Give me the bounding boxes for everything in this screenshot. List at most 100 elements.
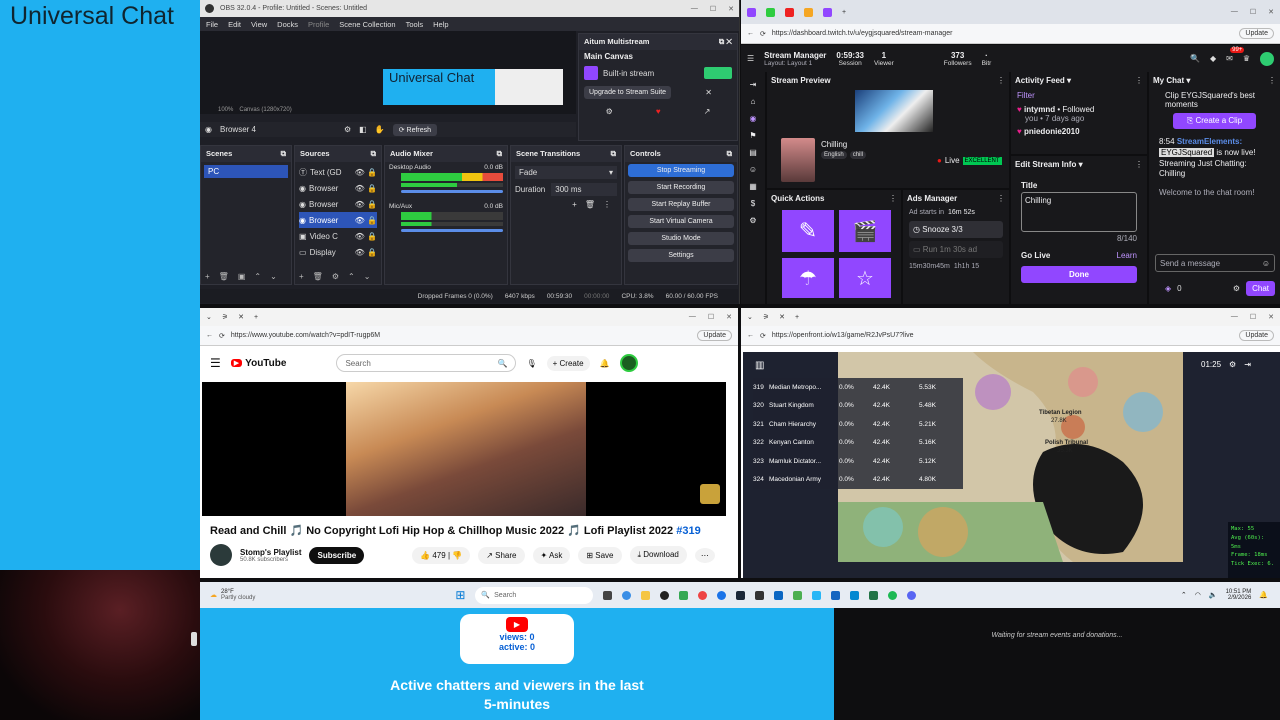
channel-points-icon[interactable]: ◈ xyxy=(1165,284,1171,293)
share-icon[interactable]: ↗ xyxy=(704,107,711,116)
snooze-button[interactable]: ◷ Snooze 3/3 xyxy=(909,221,1003,238)
back-icon[interactable]: ← xyxy=(747,332,754,339)
tag-chill[interactable]: chill xyxy=(849,151,867,159)
clock[interactable]: 10:51 PM 2/9/2026 xyxy=(1226,589,1252,601)
zoom-level[interactable]: 100% xyxy=(218,107,233,113)
avatar[interactable] xyxy=(619,354,638,372)
up-icon[interactable]: ⌃ xyxy=(254,272,261,281)
filter-button[interactable]: Filter xyxy=(1011,89,1147,102)
steam-icon[interactable] xyxy=(736,590,746,600)
avatar[interactable] xyxy=(1260,51,1274,66)
app-icon[interactable] xyxy=(831,590,841,600)
add-icon[interactable]: + xyxy=(572,200,577,209)
leaderboard-row[interactable]: 320 Stuart Kingdom 0.0% 42.4K 5.48K xyxy=(753,396,963,415)
crown-icon[interactable]: ♛ xyxy=(1243,54,1250,63)
more-icon[interactable]: ⋮ xyxy=(1135,76,1143,85)
exit-icon[interactable]: ⇥ xyxy=(1244,360,1251,369)
content-icon[interactable]: ▦ xyxy=(749,182,757,191)
volume-slider[interactable] xyxy=(401,190,503,193)
filters-icon[interactable]: ◧ xyxy=(359,125,367,134)
file-explorer-icon[interactable] xyxy=(641,590,651,600)
spotify-icon[interactable] xyxy=(888,590,898,600)
download-button[interactable]: ⤓ Download xyxy=(629,546,687,564)
stream-manager-icon[interactable]: ◉ xyxy=(750,114,757,123)
youtube-logo[interactable]: ▶ YouTube xyxy=(230,358,286,369)
browser-icon[interactable] xyxy=(717,590,727,600)
obs-preview[interactable]: Universal Chat xyxy=(200,31,576,114)
gear-icon[interactable]: ⚙ xyxy=(606,107,613,116)
create-button[interactable]: + Create xyxy=(546,355,590,371)
update-button[interactable]: Update xyxy=(1239,330,1274,341)
canvas-size[interactable]: Canvas (1280x720) xyxy=(239,107,291,113)
start-recording-button[interactable]: Start Recording xyxy=(628,181,734,194)
source-item-selected[interactable]: ◉ Browser 👁 🔒 xyxy=(299,212,377,228)
menu-icon[interactable]: ☰ xyxy=(210,356,221,370)
app-icon[interactable] xyxy=(679,590,689,600)
leaderboard-row[interactable]: 322 Kenyan Canton 0.0% 42.4K 5.16K xyxy=(753,433,963,452)
search-input[interactable]: Search 🔍 xyxy=(336,354,517,372)
source-item[interactable]: ◉ Browser 👁 🔒 xyxy=(299,180,377,196)
start-icon[interactable]: ⊞ xyxy=(455,588,465,602)
community-icon[interactable]: ☺ xyxy=(749,165,757,174)
menu-scene-collection[interactable]: Scene Collection xyxy=(339,20,395,29)
more-icon[interactable]: ⋮ xyxy=(889,194,897,203)
muted-tab-icon[interactable]: ⚞ xyxy=(222,313,228,321)
duration-input[interactable]: 300 ms xyxy=(551,183,617,196)
game-canvas[interactable]: ▥ 319 Median Metropo... 0.0% 42.4K 5.53K 320… xyxy=(743,352,1280,578)
run-ad-button[interactable]: ▭ Run 1m 30s ad xyxy=(909,241,1003,258)
wifi-icon[interactable]: ◠ xyxy=(1195,591,1201,599)
add-icon[interactable]: + xyxy=(205,272,210,281)
ask-button[interactable]: ✦ Ask xyxy=(532,546,571,564)
done-button[interactable]: Done xyxy=(1021,266,1137,283)
trash-icon[interactable]: 🗑 xyxy=(313,272,323,281)
create-clip-button[interactable]: ⎘ Create a Clip xyxy=(1173,113,1256,129)
back-icon[interactable]: ← xyxy=(747,30,754,37)
search-icon[interactable]: 🔍 xyxy=(1190,54,1200,63)
discord-icon[interactable] xyxy=(907,590,917,600)
subscribe-button[interactable]: Subscribe xyxy=(309,546,365,564)
interact-icon[interactable]: ✋ xyxy=(375,125,385,134)
transition-select[interactable]: Fade ▾ xyxy=(515,166,617,179)
settings-icon[interactable]: ⚙ xyxy=(749,216,756,225)
chat-input[interactable]: Send a message ☺ xyxy=(1155,254,1275,272)
scene-item-pc[interactable]: PC xyxy=(204,165,288,178)
tab-icon[interactable] xyxy=(804,7,813,17)
chat-send-button[interactable]: Chat xyxy=(1246,281,1275,296)
start-virtual-camera-button[interactable]: Start Virtual Camera xyxy=(628,215,734,228)
obs-taskbar-icon[interactable] xyxy=(660,590,670,600)
video-player[interactable] xyxy=(202,382,726,516)
app-icon[interactable] xyxy=(755,590,765,600)
menu-icon[interactable]: ☰ xyxy=(747,54,754,63)
reload-icon[interactable]: ⟳ xyxy=(760,30,766,38)
settings-button[interactable]: Settings xyxy=(628,249,734,262)
settings-icon[interactable]: ⚙ xyxy=(1233,284,1240,293)
minimize-icon[interactable]: — xyxy=(691,5,698,13)
gear-icon[interactable]: ⚙ xyxy=(344,125,351,134)
menu-edit[interactable]: Edit xyxy=(228,20,241,29)
clip-action[interactable]: 🎬 xyxy=(839,210,891,252)
update-button[interactable]: Update xyxy=(697,330,732,341)
leaderboard-row[interactable]: 323 Mamluk Dictator... 0.0% 42.4K 5.12K xyxy=(753,452,963,471)
notifications-icon[interactable]: 🔔 xyxy=(1259,591,1268,599)
flag-icon[interactable]: ⚑ xyxy=(749,131,756,140)
menu-view[interactable]: View xyxy=(251,20,267,29)
stop-streaming-button[interactable]: Stop Streaming xyxy=(628,164,734,177)
app-icon[interactable] xyxy=(622,590,632,600)
share-button[interactable]: ↗ Share xyxy=(478,546,525,564)
trash-icon[interactable]: 🗑 xyxy=(585,200,595,209)
twitch-tab-icon[interactable] xyxy=(747,7,756,17)
learn-link[interactable]: Learn xyxy=(1117,251,1137,260)
new-tab-icon[interactable]: + xyxy=(254,314,258,321)
source-item[interactable]: ◉ Browser 👁 🔒 xyxy=(299,196,377,212)
like-button[interactable]: 👍 479 | 👎 xyxy=(412,546,471,564)
reload-icon[interactable]: ⟳ xyxy=(219,332,225,340)
bits-icon[interactable]: ◆ xyxy=(1210,54,1216,63)
new-tab-icon[interactable]: + xyxy=(795,314,799,321)
source-item[interactable]: ▭ Display 👁 🔒 xyxy=(299,244,377,260)
weather-widget[interactable]: 28°F Partly cloudy xyxy=(221,589,255,601)
back-icon[interactable]: ← xyxy=(206,332,213,339)
app-icon[interactable] xyxy=(812,590,822,600)
collapse-icon[interactable]: ⇥ xyxy=(750,80,757,89)
app-icon[interactable] xyxy=(774,590,784,600)
heart-icon[interactable]: ♥ xyxy=(656,107,661,116)
